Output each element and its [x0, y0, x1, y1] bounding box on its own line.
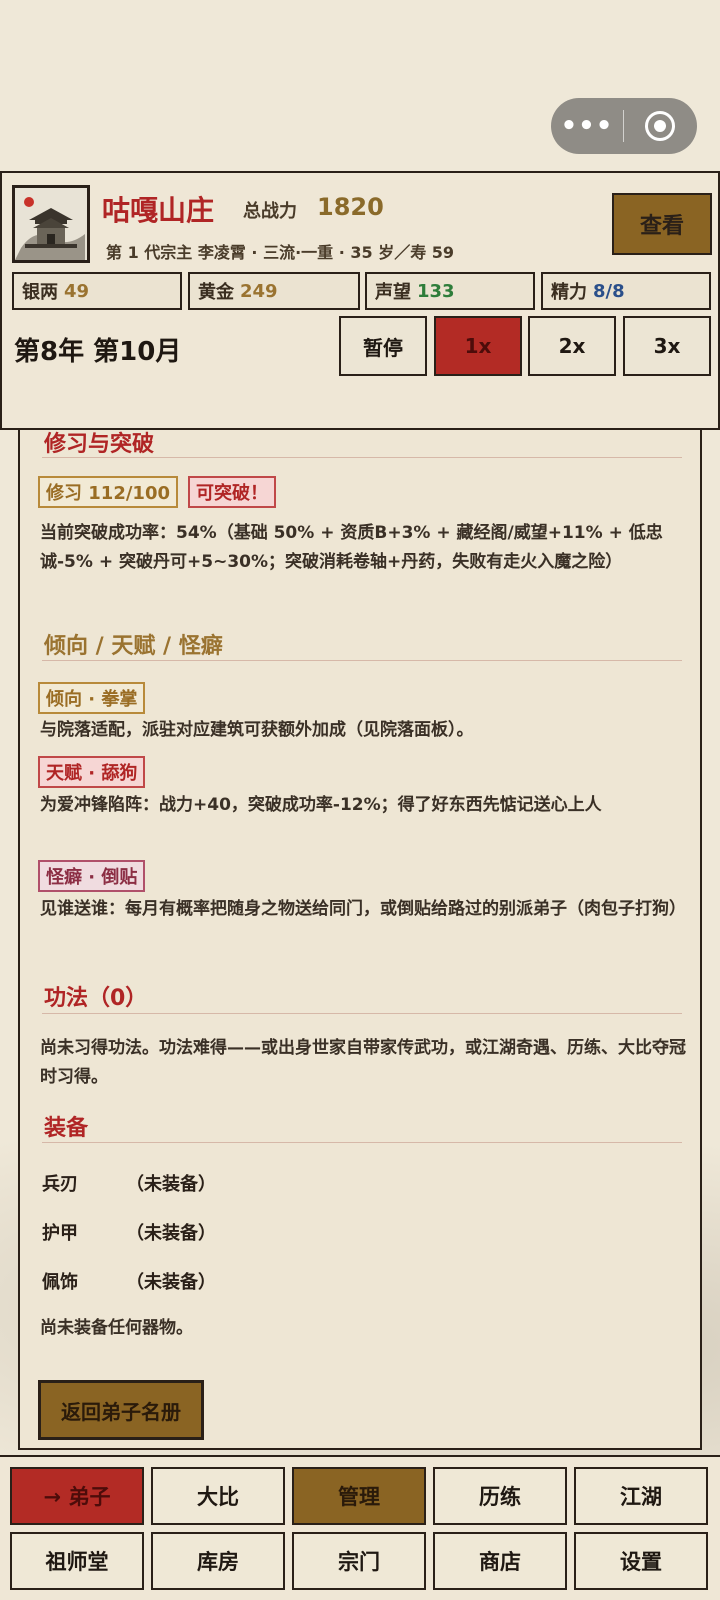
sect-avatar: [12, 185, 90, 263]
total-power-value: 1820: [317, 193, 384, 221]
resource-energy: 精力 8/8: [541, 272, 711, 310]
mini-program-capsule: •••: [551, 98, 697, 154]
section-title-cultivation: 修习与突破: [44, 432, 155, 457]
equip-slot-armor[interactable]: 护甲 （未装备）: [42, 1219, 216, 1245]
breakthrough-description: 当前突破成功率：54%（基础 50% + 资质B+3% + 藏经阁/威望+11%…: [40, 523, 663, 572]
section-divider: [42, 457, 682, 458]
equipment-note: 尚未装备任何器物。: [40, 1318, 193, 1338]
pavilion-icon: [15, 188, 87, 260]
disciple-detail-panel: 修习与突破 修习 112/100 可突破！ 当前突破成功率：54%（基础 50%…: [18, 410, 702, 1450]
resource-label: 精力: [551, 282, 587, 303]
resource-prestige: 声望 133: [365, 272, 535, 310]
back-to-roster-button[interactable]: 返回弟子名册: [38, 1380, 204, 1440]
sect-name: 咕嘎山庄: [102, 194, 215, 227]
equip-slot-accessory[interactable]: 佩饰 （未装备）: [42, 1268, 216, 1294]
equip-slot-value: （未装备）: [126, 1223, 216, 1244]
nav-jianghu[interactable]: 江湖: [574, 1467, 708, 1525]
nav-management[interactable]: 管理: [292, 1467, 426, 1525]
equip-slot-weapon[interactable]: 兵刃 （未装备）: [42, 1170, 216, 1196]
equip-slot-label: 佩饰: [42, 1272, 78, 1293]
section-divider: [42, 660, 682, 661]
nav-shop[interactable]: 商店: [433, 1532, 567, 1590]
equip-slot-label: 护甲: [42, 1223, 78, 1244]
resource-value: 249: [240, 280, 278, 302]
nav-storehouse[interactable]: 库房: [151, 1532, 285, 1590]
section-title-skills: 功法（0）: [44, 986, 148, 1011]
more-dots-icon: •••: [560, 111, 614, 141]
speed-2x-button[interactable]: 2x: [528, 316, 616, 376]
trait-talent-tag: 天赋 · 舔狗: [38, 756, 146, 788]
total-power-label: 总战力: [243, 201, 297, 222]
nav-ancestral-hall[interactable]: 祖师堂: [10, 1532, 144, 1590]
speed-3x-button[interactable]: 3x: [623, 316, 711, 376]
skills-text: 尚未习得功法。功法难得——或出身世家自带家传武功，或江湖奇遇、历练、大比夺冠时习…: [40, 1038, 686, 1087]
nav-tournament[interactable]: 大比: [151, 1467, 285, 1525]
pause-button[interactable]: 暂停: [339, 316, 427, 376]
game-date: 第8年 第10月: [14, 337, 182, 367]
nav-disciples[interactable]: → 弟子: [10, 1467, 144, 1525]
nav-settings[interactable]: 设置: [574, 1532, 708, 1590]
resource-gold: 黄金 249: [188, 272, 360, 310]
resource-silver: 银两 49: [12, 272, 182, 310]
resource-label: 声望: [375, 282, 411, 303]
speed-1x-button[interactable]: 1x: [434, 316, 522, 376]
resource-value: 49: [64, 280, 90, 302]
section-title-traits: 倾向 / 天赋 / 怪癖: [44, 634, 223, 659]
close-mini-program-button[interactable]: [624, 98, 696, 154]
more-menu-button[interactable]: •••: [551, 98, 623, 154]
resource-value: 8/8: [593, 280, 625, 302]
section-title-equipment: 装备: [44, 1116, 89, 1141]
view-button[interactable]: 查看: [612, 193, 712, 255]
cultivation-progress-tag: 修习 112/100: [38, 476, 178, 508]
resource-value: 133: [417, 280, 455, 302]
leader-info: 第 1 代宗主 李凌霄 · 三流·一重 · 35 岁／寿 59: [106, 243, 455, 262]
trait-tendency-tag: 倾向 · 拳掌: [38, 682, 146, 714]
section-divider: [42, 1142, 682, 1143]
trait-talent-text: 为爱冲锋陷阵：战力+40，突破成功率-12%；得了好东西先惦记送心上人: [40, 795, 602, 815]
trait-quirk-tag: 怪癖 · 倒贴: [38, 860, 146, 892]
trait-quirk-text: 见谁送谁：每月有概率把随身之物送给同门，或倒贴给路过的别派弟子（肉包子打狗）: [40, 899, 686, 919]
resource-label: 银两: [22, 282, 58, 303]
resource-label: 黄金: [198, 282, 234, 303]
section-divider: [42, 1013, 682, 1014]
equip-slot-label: 兵刃: [42, 1174, 78, 1195]
nav-sect[interactable]: 宗门: [292, 1532, 426, 1590]
nav-training[interactable]: 历练: [433, 1467, 567, 1525]
equip-slot-value: （未装备）: [126, 1272, 216, 1293]
breakthrough-ready-tag[interactable]: 可突破！: [188, 476, 276, 508]
trait-tendency-text: 与院落适配，派驻对应建筑可获额外加成（见院落面板）。: [40, 720, 474, 740]
equip-slot-value: （未装备）: [126, 1174, 216, 1195]
bottom-navigation: → 弟子 大比 管理 历练 江湖 祖师堂 库房 宗门 商店 设置: [0, 1455, 720, 1600]
target-circle-icon: [645, 111, 675, 141]
sect-status-header: 咕嘎山庄 总战力 1820 第 1 代宗主 李凌霄 · 三流·一重 · 35 岁…: [0, 171, 720, 430]
